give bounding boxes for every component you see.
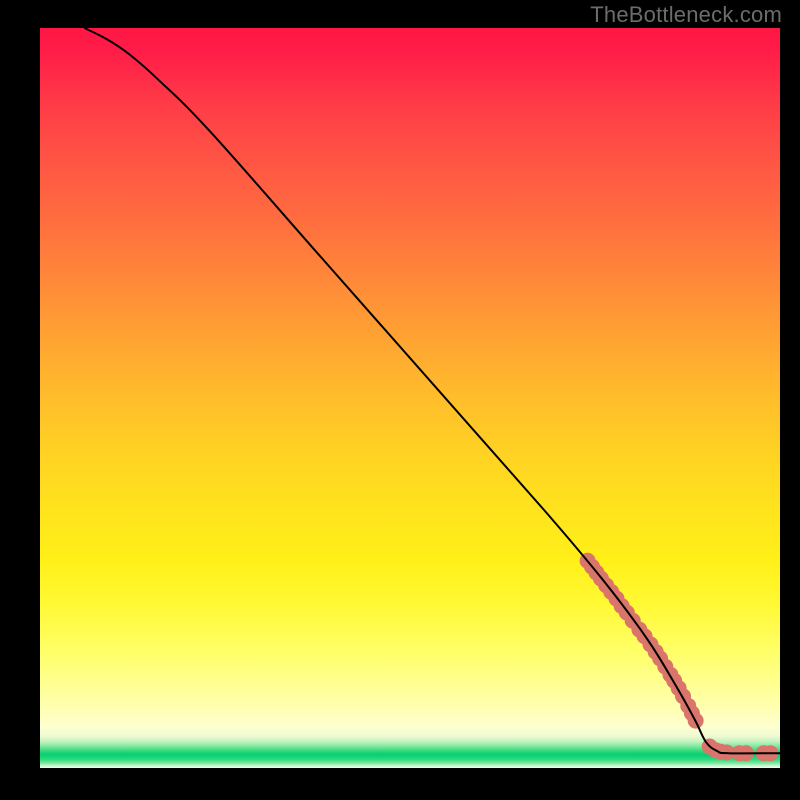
plot-area bbox=[40, 28, 780, 768]
chart-svg bbox=[40, 28, 780, 768]
bottleneck-curve bbox=[84, 28, 780, 753]
chart-frame: TheBottleneck.com bbox=[0, 0, 800, 800]
marker-layer bbox=[580, 553, 779, 761]
watermark-text: TheBottleneck.com bbox=[590, 2, 782, 28]
